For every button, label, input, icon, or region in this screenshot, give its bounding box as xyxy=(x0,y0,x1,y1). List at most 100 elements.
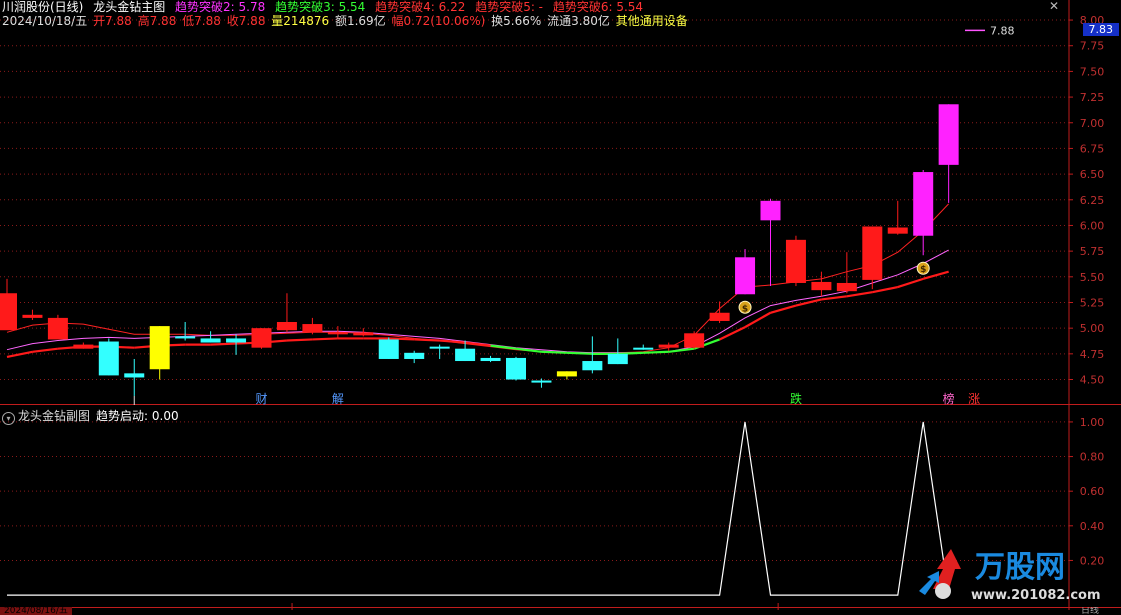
price-tick-label: 4.75 xyxy=(1080,348,1105,361)
money-bag-symbol: $ xyxy=(920,265,926,275)
candle-body xyxy=(913,172,934,236)
candle-body xyxy=(811,281,832,291)
ma-line-middle xyxy=(6,249,949,354)
candle-body xyxy=(480,357,501,362)
low-value: 低7.88 xyxy=(182,14,221,28)
price-tick-label: 7.25 xyxy=(1080,91,1105,104)
event-marker[interactable]: 跌 xyxy=(790,391,802,405)
event-marker[interactable]: 财 xyxy=(255,392,267,405)
candle-body xyxy=(633,347,654,350)
candle-body xyxy=(47,317,68,340)
current-price-box: 7.83 xyxy=(1082,23,1119,36)
candle-body xyxy=(404,352,425,359)
candle-body xyxy=(327,332,348,335)
candle-body xyxy=(22,314,43,318)
ma-line-main xyxy=(617,351,644,355)
logo-arrow-icon xyxy=(919,549,961,599)
candle-body xyxy=(506,357,526,380)
breakout-6: 趋势突破6: 5.54 xyxy=(552,0,644,14)
bottom-date-label: 2024/08/16/五 xyxy=(0,607,72,615)
brand-logo: 万股网 www.201082.com xyxy=(919,549,1101,603)
candle-body xyxy=(531,380,552,383)
price-tick-label: 5.50 xyxy=(1080,271,1105,284)
breakout-2: 趋势突破2: 5.78 xyxy=(175,0,266,14)
sector-value[interactable]: 其他通用设备 xyxy=(616,14,688,28)
candle-body xyxy=(149,326,170,370)
open-value: 开7.88 xyxy=(93,14,132,28)
candle-body xyxy=(251,328,272,348)
breakout-3: 趋势突破3: 5.54 xyxy=(275,0,366,14)
dropdown-icon[interactable]: ▾ xyxy=(2,412,15,425)
candle-body xyxy=(455,348,476,362)
price-tick-label: 6.25 xyxy=(1080,194,1105,207)
close-icon[interactable]: ✕ xyxy=(1049,0,1061,12)
breakout-4: 趋势突破4: 6.22 xyxy=(375,0,466,14)
price-tick-label: 7.00 xyxy=(1080,117,1105,130)
bar-date: 2024/10/18/五 xyxy=(2,14,88,28)
ma-line-main xyxy=(210,342,237,346)
candle-body xyxy=(785,239,806,283)
price-tick-label: 6.50 xyxy=(1080,168,1105,181)
candle-body xyxy=(200,338,221,343)
sub-indicator-name[interactable]: 龙头金钻副图 xyxy=(18,409,90,423)
ma-line-main xyxy=(668,347,695,353)
indicator-name[interactable]: 龙头金钻主图 xyxy=(93,0,165,14)
candle-body xyxy=(684,333,705,348)
ma-line-main xyxy=(32,347,59,353)
candle-body xyxy=(98,341,119,376)
event-marker[interactable]: 解 xyxy=(332,392,344,405)
event-marker[interactable]: 榜 xyxy=(943,391,955,405)
candle-body xyxy=(302,324,323,333)
sub-tick-label: 0.40 xyxy=(1080,520,1105,533)
last-price-label: 7.88 xyxy=(990,24,1015,37)
price-tick-label: 5.75 xyxy=(1080,245,1105,258)
candle-body xyxy=(862,226,883,280)
sub-tick-label: 0.60 xyxy=(1080,485,1105,498)
candle-body xyxy=(887,227,908,234)
candle-body xyxy=(582,361,603,371)
price-tick-label: 6.75 xyxy=(1080,142,1105,155)
sub-tick-label: 1.00 xyxy=(1080,416,1105,429)
price-tick-label: 7.50 xyxy=(1080,65,1105,78)
ma-line-main xyxy=(846,291,873,298)
candle-body xyxy=(658,344,679,348)
sub-tick-label: 0.80 xyxy=(1080,451,1105,464)
float-cap-value: 流通3.80亿 xyxy=(547,14,610,28)
header-row-1: 川润股份(日线) 龙头金钻主图 趋势突破2: 5.78 趋势突破3: 5.54 … xyxy=(2,0,649,14)
breakout-5: 趋势突破5: - xyxy=(475,0,544,14)
header-row-2: 2024/10/18/五 开7.88 高7.88 低7.88 收7.88 量21… xyxy=(2,14,694,28)
candle-body xyxy=(709,312,730,321)
candle-body xyxy=(938,104,959,165)
candle-body xyxy=(175,336,196,339)
ma-line-main xyxy=(464,341,491,347)
ma-line-main xyxy=(6,350,33,358)
ma-line-main xyxy=(490,344,517,350)
stock-name[interactable]: 川润股份(日线) xyxy=(2,0,83,14)
candle-body xyxy=(607,353,628,365)
candle-body xyxy=(0,293,17,331)
close-value: 收7.88 xyxy=(226,14,266,28)
sub-header: ▾ 龙头金钻副图 趋势启动: 0.00 xyxy=(2,409,179,425)
candle-body xyxy=(429,346,450,349)
candle-body xyxy=(378,339,399,359)
ma-line-main xyxy=(719,326,746,341)
trend-start-value: 趋势启动: 0.00 xyxy=(96,409,179,423)
volume-value: 量214876 xyxy=(271,14,330,28)
main-chart[interactable]: 8.007.757.507.257.006.756.506.256.005.75… xyxy=(0,0,1121,405)
candle-body xyxy=(73,344,94,349)
candle-body xyxy=(124,373,145,378)
event-marker[interactable]: 涨 xyxy=(968,391,980,405)
price-tick-label: 5.25 xyxy=(1080,296,1105,309)
ma-line-main xyxy=(541,350,567,354)
ma-line-upper xyxy=(6,203,949,354)
period-tab[interactable]: 日线 xyxy=(1081,607,1099,615)
price-tick-label: 7.75 xyxy=(1080,40,1105,53)
candle-body xyxy=(760,200,781,221)
price-tick-label: 6.00 xyxy=(1080,219,1105,232)
trend-start-line xyxy=(7,421,950,596)
ma-line-main xyxy=(744,311,772,329)
ma-line-main xyxy=(566,351,593,355)
price-tick-label: 5.00 xyxy=(1080,322,1105,335)
candle-body xyxy=(735,257,756,295)
ma-line-main xyxy=(872,286,898,294)
